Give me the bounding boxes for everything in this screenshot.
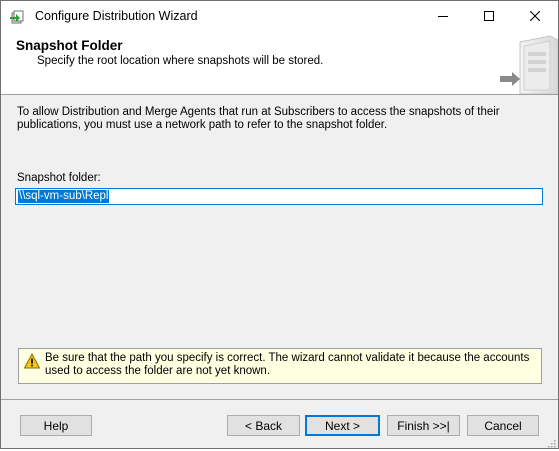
- warning-icon: [23, 352, 41, 369]
- minimize-icon: [438, 10, 448, 24]
- resize-grip-icon[interactable]: [546, 437, 556, 448]
- snapshot-folder-input[interactable]: \\sql-vm-sub\Repl: [15, 188, 543, 205]
- window-title: Configure Distribution Wizard: [35, 9, 198, 23]
- maximize-icon: [484, 10, 494, 24]
- server-banner-icon: [494, 32, 559, 95]
- intro-text: To allow Distribution and Merge Agents t…: [17, 106, 500, 131]
- snapshot-folder-label: Snapshot folder:: [17, 172, 101, 184]
- snapshot-folder-value[interactable]: \\sql-vm-sub\Repl: [18, 190, 110, 203]
- title-bar[interactable]: Configure Distribution Wizard: [1, 1, 558, 32]
- close-icon: [529, 10, 541, 24]
- finish-button[interactable]: Finish >>|: [387, 415, 460, 436]
- page-subtitle: Specify the root location where snapshot…: [37, 55, 324, 67]
- help-button[interactable]: Help: [20, 415, 92, 436]
- close-button[interactable]: [512, 1, 558, 32]
- wizard-app-icon: [9, 8, 27, 26]
- back-button[interactable]: < Back: [227, 415, 300, 436]
- wizard-content: To allow Distribution and Merge Agents t…: [1, 95, 558, 391]
- wizard-header: Snapshot Folder Specify the root locatio…: [1, 32, 559, 95]
- warning-text: Be sure that the path you specify is cor…: [45, 352, 530, 377]
- minimize-button[interactable]: [420, 1, 466, 32]
- cancel-button[interactable]: Cancel: [467, 415, 539, 436]
- next-button[interactable]: Next >: [305, 415, 380, 436]
- wizard-footer: Help < Back Next > Finish >>| Cancel: [1, 400, 558, 448]
- warning-box: Be sure that the path you specify is cor…: [18, 348, 542, 384]
- maximize-button[interactable]: [466, 1, 512, 32]
- page-title: Snapshot Folder: [16, 38, 123, 53]
- wizard-window: Configure Distribution Wizard Snapshot F…: [0, 0, 559, 449]
